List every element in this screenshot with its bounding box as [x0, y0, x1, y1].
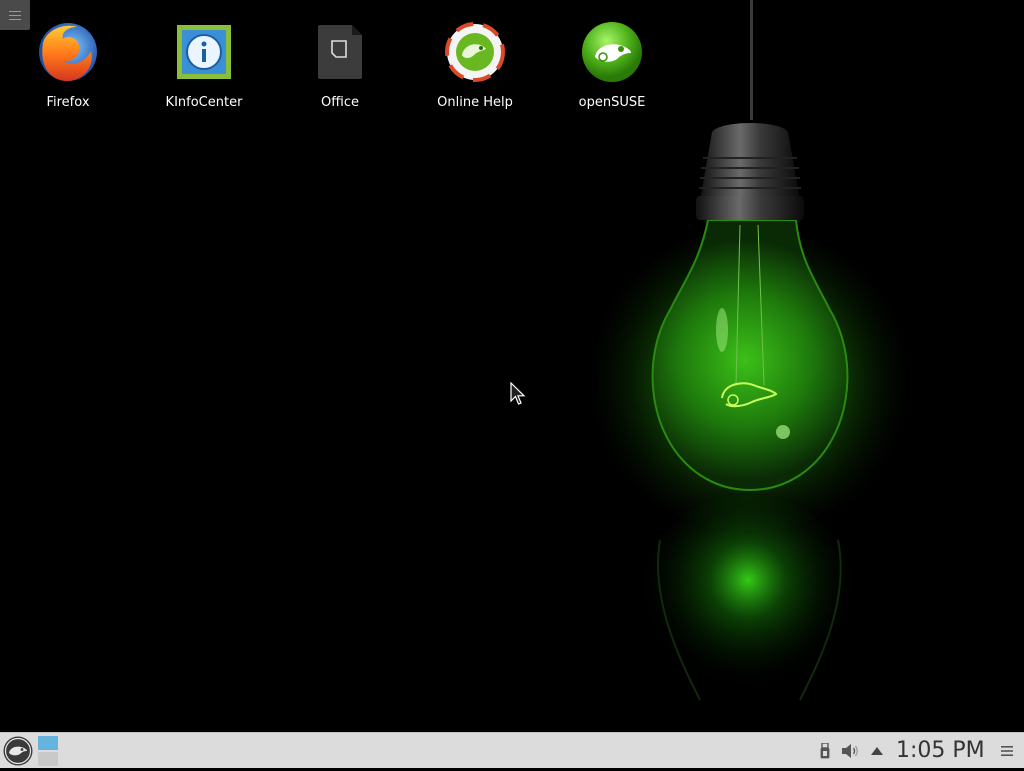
menu-icon: [9, 10, 21, 20]
desktop-icon-label: Online Help: [437, 95, 513, 110]
document-icon: [308, 20, 372, 84]
volume-icon[interactable]: [841, 741, 859, 761]
firefox-icon: [36, 20, 100, 84]
taskbar-panel: 1:05 PM: [0, 732, 1024, 768]
desktop-icon-label: Office: [321, 95, 359, 110]
desktop-icon-label: KInfoCenter: [165, 95, 243, 110]
usb-device-icon[interactable]: [818, 741, 832, 761]
desktop-icon-firefox[interactable]: Firefox: [13, 20, 123, 118]
opensuse-launcher-icon: [3, 736, 33, 766]
desktop-icon-online-help[interactable]: Online Help: [420, 20, 530, 118]
desktop-icon-label: openSUSE: [578, 95, 646, 110]
virtual-desktop-pager[interactable]: [38, 735, 58, 767]
pager-desktop-1[interactable]: [38, 736, 58, 750]
pager-desktop-2[interactable]: [38, 752, 58, 766]
application-launcher-button[interactable]: [2, 735, 34, 767]
help-lifebuoy-icon: [443, 20, 507, 84]
opensuse-gecko-icon: [580, 20, 644, 84]
desktop-icon-kinfocenter[interactable]: KInfoCenter: [149, 20, 259, 118]
desktop-icon-label: Firefox: [46, 95, 90, 110]
desktop-icon-opensuse[interactable]: openSUSE: [557, 20, 667, 118]
info-icon: [172, 20, 236, 84]
desktop-icon-office[interactable]: Office: [285, 20, 395, 118]
digital-clock[interactable]: 1:05 PM: [896, 737, 985, 765]
mouse-cursor-icon: [510, 382, 526, 405]
expand-arrow-icon[interactable]: [869, 741, 885, 761]
desktop[interactable]: Firefox KInfoCenter Office Online Help o…: [0, 0, 1024, 732]
panel-options-menu-icon[interactable]: [1000, 743, 1014, 757]
